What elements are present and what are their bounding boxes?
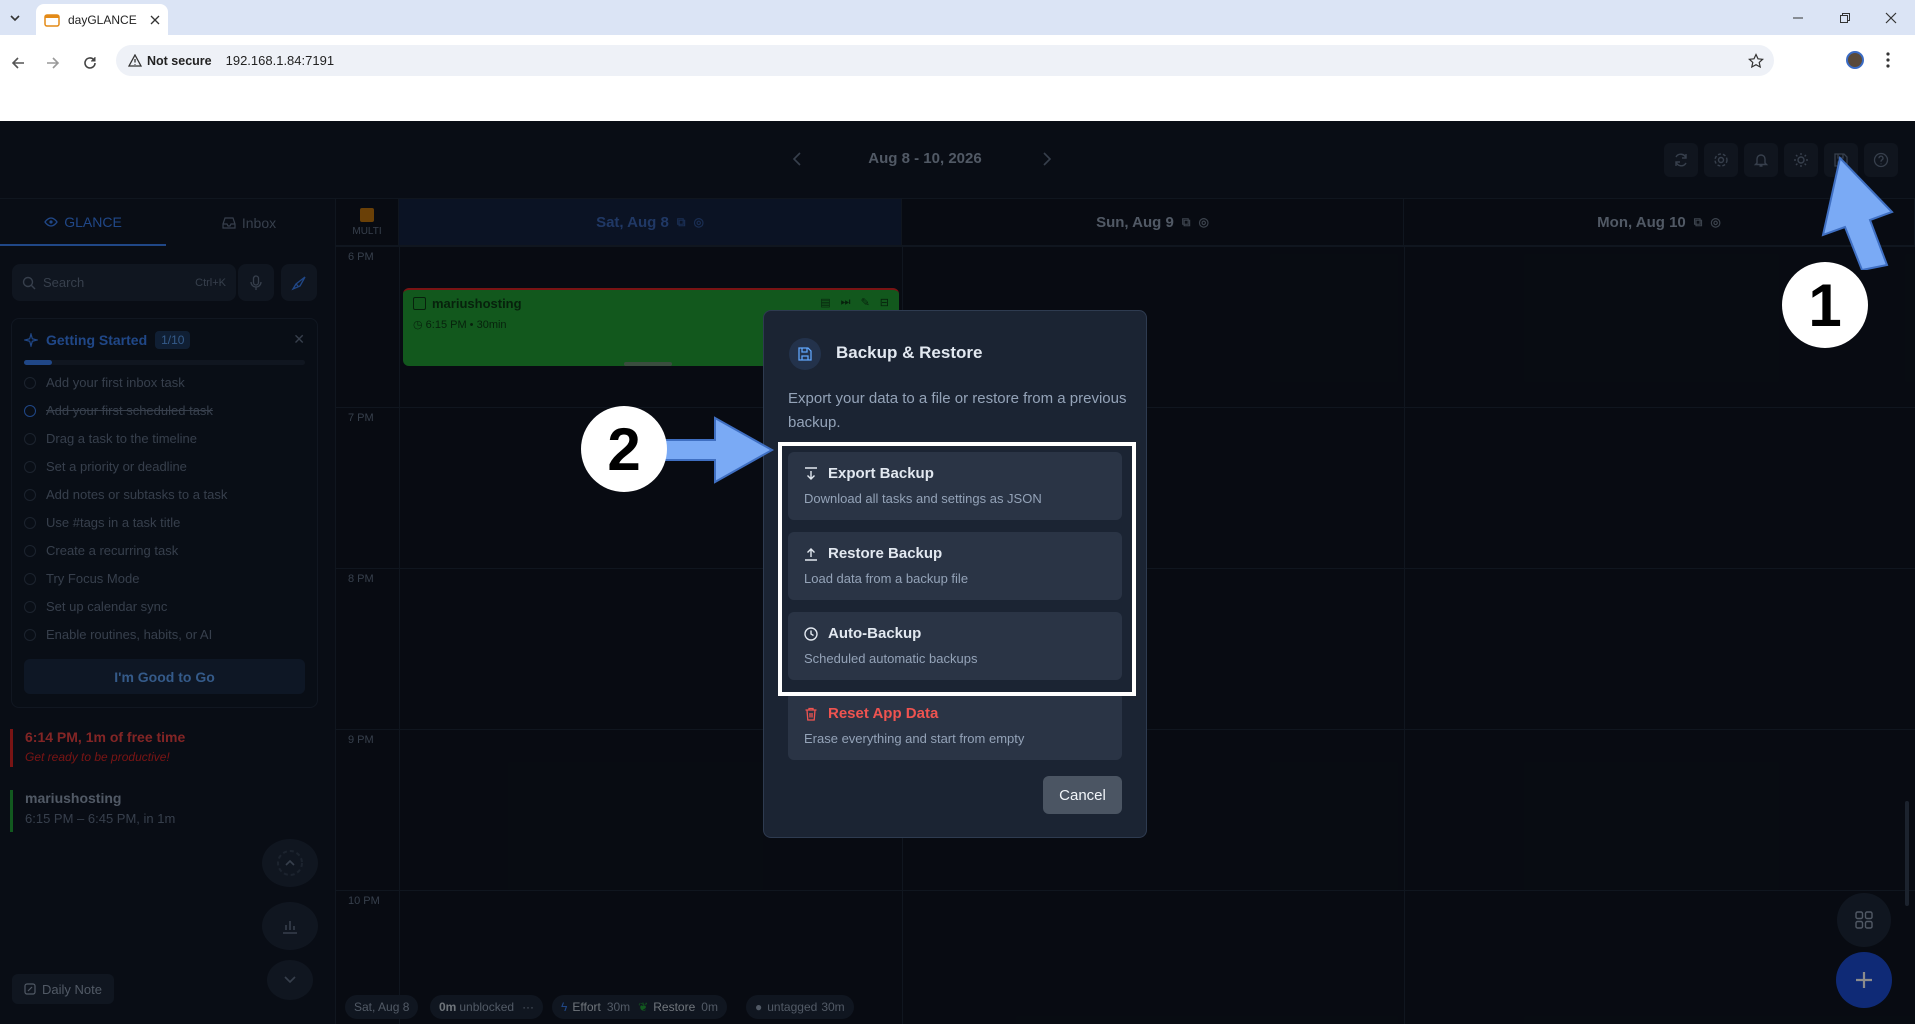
profile-avatar[interactable] xyxy=(1846,51,1864,69)
favicon-icon xyxy=(44,12,60,28)
browser-tab-bar: dayGLANCE xyxy=(0,0,1915,35)
warning-icon xyxy=(128,53,142,68)
option-title: Reset App Data xyxy=(828,705,939,722)
browser-tab[interactable]: dayGLANCE xyxy=(36,4,168,35)
minimize-icon[interactable] xyxy=(1785,6,1811,30)
cancel-button[interactable]: Cancel xyxy=(1043,776,1122,814)
trash-icon xyxy=(804,707,818,721)
save-icon xyxy=(789,338,821,370)
dialog-title: Backup & Restore xyxy=(836,343,983,362)
close-window-icon[interactable] xyxy=(1878,6,1904,30)
url-text: 192.168.1.84:7191 xyxy=(225,53,335,68)
tab-list-button[interactable] xyxy=(2,6,28,30)
arrow-annotation-2 xyxy=(660,416,775,484)
step-1-badge: 1 xyxy=(1782,262,1868,348)
address-bar[interactable]: Not secure 192.168.1.84:7191 xyxy=(116,45,1774,76)
step-2-badge: 2 xyxy=(581,406,667,492)
bookmark-star-icon[interactable] xyxy=(1748,52,1764,69)
close-tab-icon[interactable] xyxy=(150,15,160,25)
restore-window-icon[interactable] xyxy=(1832,6,1858,30)
tab-title: dayGLANCE xyxy=(68,12,137,27)
arrow-annotation-1 xyxy=(1821,155,1894,270)
back-icon[interactable] xyxy=(6,51,30,75)
reset-app-data-button[interactable]: Reset App Data Erase everything and star… xyxy=(788,692,1122,760)
reload-icon[interactable] xyxy=(78,51,102,75)
highlight-box xyxy=(778,442,1136,696)
dialog-description: Export your data to a file or restore fr… xyxy=(788,390,1127,431)
forward-icon[interactable] xyxy=(41,51,65,75)
browser-menu-icon[interactable] xyxy=(1886,52,1890,68)
option-subtitle: Erase everything and start from empty xyxy=(804,731,1025,746)
not-secure-label: Not secure xyxy=(147,53,212,68)
